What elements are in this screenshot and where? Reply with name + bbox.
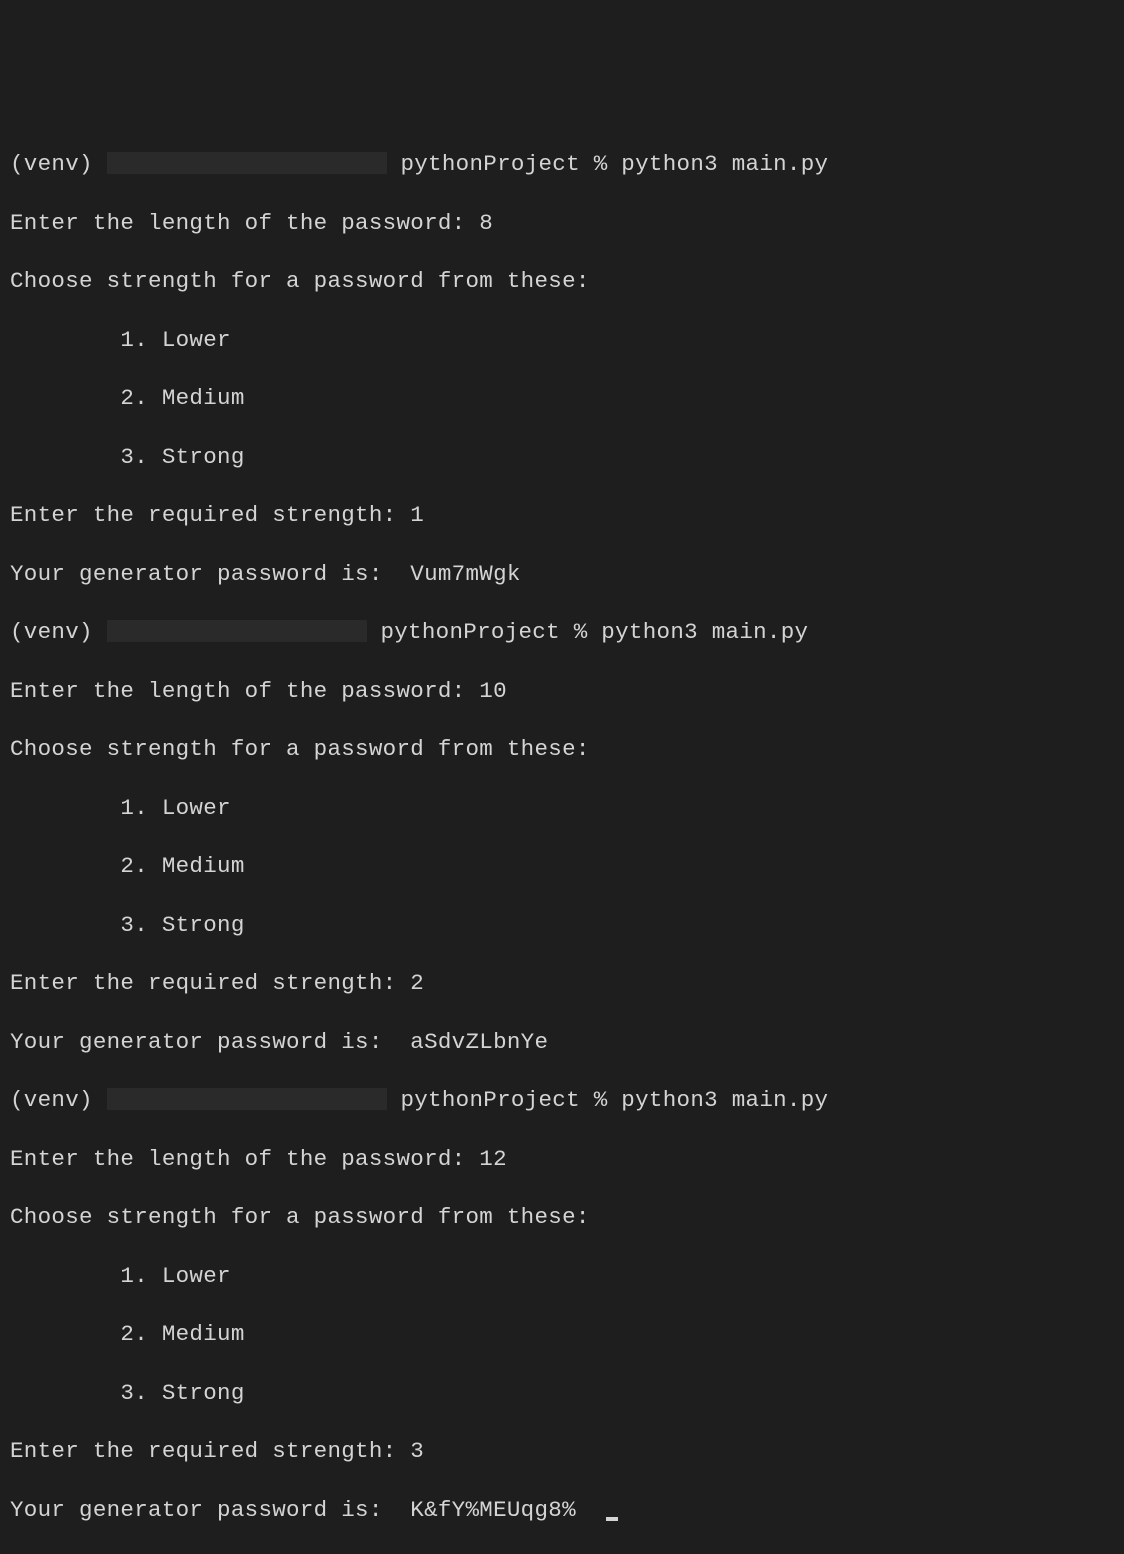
result-value: K&fY%MEUqg8% xyxy=(410,1497,576,1523)
cursor-icon xyxy=(606,1517,618,1521)
directory-name: pythonProject xyxy=(400,1087,579,1113)
strength-prompt-line: Enter the required strength: 1 xyxy=(10,501,1114,530)
strength-prompt: Enter the required strength: xyxy=(10,970,410,996)
option-3: 3. Strong xyxy=(10,443,1114,472)
option-3: 3. Strong xyxy=(10,911,1114,940)
strength-value: 1 xyxy=(410,502,424,528)
venv-indicator: (venv) xyxy=(10,1087,93,1113)
strength-value: 2 xyxy=(410,970,424,996)
length-value: 10 xyxy=(479,678,507,704)
redacted-hostname xyxy=(107,620,367,642)
option-2: 2. Medium xyxy=(10,852,1114,881)
strength-prompt-line: Enter the required strength: 2 xyxy=(10,969,1114,998)
strength-header: Choose strength for a password from thes… xyxy=(10,267,1114,296)
length-value: 8 xyxy=(479,210,493,236)
option-1: 1. Lower xyxy=(10,1262,1114,1291)
result-value: Vum7mWgk xyxy=(410,561,520,587)
strength-header: Choose strength for a password from thes… xyxy=(10,1203,1114,1232)
directory-name: pythonProject xyxy=(380,619,559,645)
result-prompt: Your generator password is: xyxy=(10,1497,410,1523)
result-line: Your generator password is: aSdvZLbnYe xyxy=(10,1028,1114,1057)
command-text: % python3 main.py xyxy=(594,151,829,177)
length-prompt: Enter the length of the password: xyxy=(10,210,479,236)
strength-prompt: Enter the required strength: xyxy=(10,1438,410,1464)
prompt-line-2: (venv) pythonProject % python3 main.py xyxy=(10,618,1114,647)
strength-prompt-line: Enter the required strength: 3 xyxy=(10,1437,1114,1466)
length-prompt-line: Enter the length of the password: 10 xyxy=(10,677,1114,706)
redacted-hostname xyxy=(107,152,387,174)
redacted-hostname xyxy=(107,1088,387,1110)
option-2: 2. Medium xyxy=(10,1320,1114,1349)
result-line: Your generator password is: K&fY%MEUqg8% xyxy=(10,1496,1114,1525)
result-value: aSdvZLbnYe xyxy=(410,1029,548,1055)
strength-header: Choose strength for a password from thes… xyxy=(10,735,1114,764)
strength-value: 3 xyxy=(410,1438,424,1464)
command-text: % python3 main.py xyxy=(594,1087,829,1113)
terminal-output[interactable]: (venv) pythonProject % python3 main.py E… xyxy=(10,121,1114,1007)
prompt-line-1: (venv) pythonProject % python3 main.py xyxy=(10,150,1114,179)
strength-prompt: Enter the required strength: xyxy=(10,502,410,528)
result-prompt: Your generator password is: xyxy=(10,561,410,587)
length-prompt: Enter the length of the password: xyxy=(10,678,479,704)
result-line: Your generator password is: Vum7mWgk xyxy=(10,560,1114,589)
option-3: 3. Strong xyxy=(10,1379,1114,1408)
venv-indicator: (venv) xyxy=(10,151,93,177)
length-prompt: Enter the length of the password: xyxy=(10,1146,479,1172)
option-1: 1. Lower xyxy=(10,326,1114,355)
prompt-line-3: (venv) pythonProject % python3 main.py xyxy=(10,1086,1114,1115)
directory-name: pythonProject xyxy=(400,151,579,177)
venv-indicator: (venv) xyxy=(10,619,93,645)
command-text: % python3 main.py xyxy=(574,619,809,645)
length-value: 12 xyxy=(479,1146,507,1172)
result-prompt: Your generator password is: xyxy=(10,1029,410,1055)
length-prompt-line: Enter the length of the password: 8 xyxy=(10,209,1114,238)
option-2: 2. Medium xyxy=(10,384,1114,413)
length-prompt-line: Enter the length of the password: 12 xyxy=(10,1145,1114,1174)
option-1: 1. Lower xyxy=(10,794,1114,823)
